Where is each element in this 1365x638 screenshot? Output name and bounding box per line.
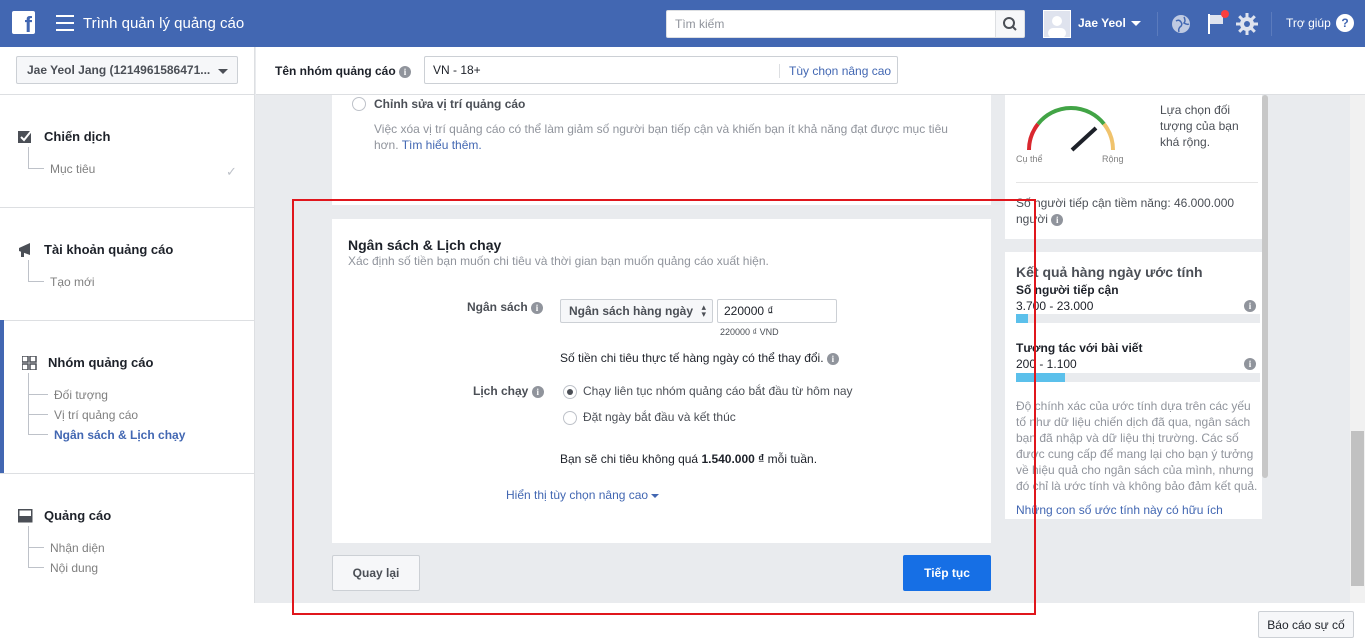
page-scrollbar-thumb[interactable] xyxy=(1351,431,1364,586)
gauge-wide-label: Rộng xyxy=(1102,154,1124,164)
sidebar-item-audience[interactable]: Đối tượng xyxy=(54,388,108,402)
sidebar-item-budget-schedule[interactable]: Ngân sách & Lịch chạy xyxy=(54,428,185,442)
reach-value: 3.700 - 23.000 xyxy=(1016,299,1094,313)
show-advanced-options-link[interactable]: Hiển thị tùy chọn nâng cao xyxy=(506,488,660,502)
search-icon xyxy=(1003,17,1017,31)
divider xyxy=(0,207,254,208)
budget-section-title: Ngân sách & Lịch chạy xyxy=(348,237,502,253)
schedule-continuous-label[interactable]: Chạy liên tục nhóm quảng cáo bắt đầu từ … xyxy=(583,384,853,398)
engagement-value: 200 - 1.100 xyxy=(1016,357,1077,371)
help-link[interactable]: Trợ giúp xyxy=(1286,16,1331,30)
ad-set-name-bar: Tên nhóm quảng cáo i Tùy chọn nâng cao xyxy=(256,47,1365,95)
megaphone-icon xyxy=(19,243,30,257)
chevron-down-icon[interactable] xyxy=(1131,21,1141,26)
chevron-down-icon xyxy=(651,493,660,498)
schedule-dates-radio[interactable] xyxy=(563,411,577,425)
sidebar-item-ad[interactable]: Quảng cáo xyxy=(44,508,111,523)
potential-reach: Số người tiếp cận tiềm năng: 46.000.000 … xyxy=(1016,196,1235,226)
info-icon[interactable]: i xyxy=(531,385,544,398)
budget-type-select[interactable]: Ngân sách hàng ngày ▴ ▾ xyxy=(560,299,713,323)
divider xyxy=(0,473,254,474)
report-problem-button[interactable]: Báo cáo sự cố xyxy=(1258,611,1354,638)
divider xyxy=(1271,12,1272,36)
account-selector[interactable]: Jae Yeol Jang (1214961586471... xyxy=(16,56,238,84)
search-button[interactable] xyxy=(995,10,1025,38)
estimate-accuracy-note: Độ chính xác của ước tính dựa trên các y… xyxy=(1016,399,1258,493)
search-input[interactable] xyxy=(666,10,996,38)
back-button[interactable]: Quay lại xyxy=(332,555,420,591)
account-name: Jae Yeol Jang (1214961586471... xyxy=(27,63,211,77)
sidebar-item-create-new[interactable]: Tạo mới xyxy=(50,275,95,289)
sidebar-item-ad-account[interactable]: Tài khoản quảng cáo xyxy=(44,242,173,257)
budget-amount-input[interactable] xyxy=(717,299,837,323)
budget-section-subtitle: Xác định số tiền bạn muốn chi tiêu và th… xyxy=(348,254,769,268)
divider xyxy=(1157,12,1158,36)
weekly-spend-note: Bạn sẽ chi tiêu không quá 1.540.000 ₫ mỗ… xyxy=(560,452,818,466)
divider xyxy=(0,94,254,95)
schedule-dates-label[interactable]: Đặt ngày bắt đầu và kết thúc xyxy=(583,410,736,424)
ad-set-name-label: Tên nhóm quảng cáo i xyxy=(275,64,412,78)
audience-breadth-text: Lựa chọn đối tượng của bạn khá rộng. xyxy=(1160,103,1239,149)
sidebar-item-ad-set[interactable]: Nhóm quảng cáo xyxy=(48,355,153,370)
app-title[interactable]: Trình quản lý quảng cáo xyxy=(83,15,244,32)
sidebar-item-placement[interactable]: Vị trí quảng cáo xyxy=(54,408,138,422)
sidebar-item-content[interactable]: Nội dung xyxy=(50,561,98,575)
audience-gauge-icon xyxy=(1026,106,1116,152)
schedule-continuous-radio[interactable] xyxy=(563,385,577,399)
campaign-check-icon xyxy=(18,129,33,143)
edit-placement-label: Chỉnh sửa vị trí quảng cáo xyxy=(374,97,526,111)
info-icon[interactable]: i xyxy=(399,65,412,78)
reach-bar xyxy=(1016,314,1260,323)
right-panel-scrollbar[interactable] xyxy=(1262,95,1268,478)
schedule-label: Lịch chạy i xyxy=(473,384,544,398)
placement-description: Việc xóa vị trí quảng cáo có thể làm giả… xyxy=(374,122,948,152)
continue-button[interactable]: Tiếp tục xyxy=(903,555,991,591)
estimated-results-title: Kết quả hàng ngày ước tính xyxy=(1016,264,1203,280)
info-icon[interactable]: i xyxy=(1244,300,1256,312)
menu-icon[interactable] xyxy=(56,15,74,31)
sidebar-item-identity[interactable]: Nhận diện xyxy=(50,541,105,555)
sidebar-item-campaign[interactable]: Chiến dịch xyxy=(44,129,110,144)
budget-label: Ngân sách i xyxy=(467,300,544,314)
engagement-bar xyxy=(1016,373,1260,382)
ad-set-grid-icon xyxy=(22,356,37,370)
estimates-helpful-link[interactable]: Những con số ước tính này có hữu ích xyxy=(1016,503,1223,517)
gauge-narrow-label: Cụ thể xyxy=(1016,154,1043,164)
edit-placement-radio[interactable] xyxy=(352,97,366,111)
reach-label: Số người tiếp cận xyxy=(1016,283,1119,297)
left-sidebar: Jae Yeol Jang (1214961586471... Chiến dị… xyxy=(0,47,255,603)
learn-more-link[interactable]: Tìm hiểu thêm. xyxy=(402,138,482,152)
engagement-label: Tương tác với bài viết xyxy=(1016,341,1143,355)
weekly-spend-amount: 1.540.000 ₫ xyxy=(701,452,765,466)
advanced-options-link[interactable]: Tùy chọn nâng cao xyxy=(779,64,891,78)
facebook-logo-icon[interactable]: f xyxy=(12,11,35,36)
user-name[interactable]: Jae Yeol xyxy=(1078,16,1126,30)
divider xyxy=(0,320,254,321)
ad-icon xyxy=(18,509,33,523)
sidebar-item-objective[interactable]: Mục tiêu xyxy=(50,162,95,176)
notification-badge xyxy=(1221,10,1229,18)
budget-note: Số tiền chi tiêu thực tế hàng ngày có th… xyxy=(560,351,839,365)
info-icon[interactable]: i xyxy=(1244,358,1256,370)
divider xyxy=(1016,182,1258,183)
budget-currency-hint: 220000 ₫ VND xyxy=(720,327,779,337)
reach-bar-fill xyxy=(1016,314,1029,323)
footer-strip xyxy=(0,603,1365,638)
info-icon[interactable]: i xyxy=(1051,213,1064,226)
info-icon[interactable]: i xyxy=(826,352,839,365)
chevron-down-icon xyxy=(218,69,228,74)
avatar[interactable] xyxy=(1043,10,1071,38)
up-down-arrows-icon: ▴ ▾ xyxy=(701,302,706,319)
globe-icon[interactable] xyxy=(1170,13,1192,35)
help-icon[interactable]: ? xyxy=(1336,14,1354,32)
info-icon[interactable]: i xyxy=(531,301,544,314)
gear-icon[interactable] xyxy=(1235,12,1259,36)
engagement-bar-fill xyxy=(1016,373,1065,382)
check-icon: ✓ xyxy=(226,164,237,179)
active-section-indicator xyxy=(0,320,4,473)
top-navigation-bar: f Trình quản lý quảng cáo Jae Yeol Trợ g… xyxy=(0,0,1365,47)
